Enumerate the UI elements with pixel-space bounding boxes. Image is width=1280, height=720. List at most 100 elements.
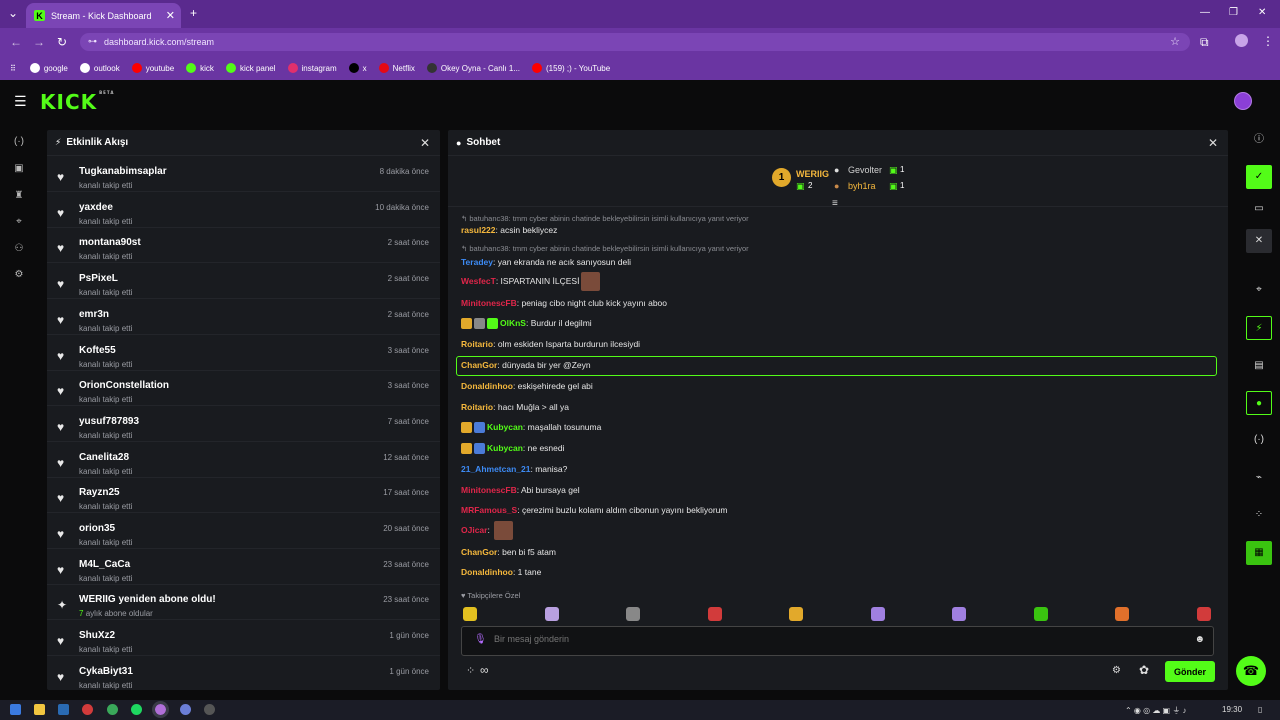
clapper-icon[interactable]: ▦ bbox=[1246, 541, 1272, 565]
bookmark-item[interactable]: Netflix bbox=[378, 63, 415, 73]
chat-username[interactable]: Teradey bbox=[461, 257, 493, 267]
activity-close-icon[interactable]: ✕ bbox=[420, 136, 430, 150]
notes-icon[interactable]: ▤ bbox=[1246, 354, 1272, 378]
settings-gear-icon[interactable]: ⚙ bbox=[12, 268, 26, 282]
app-icon[interactable] bbox=[180, 704, 191, 715]
chat-message[interactable]: Donaldinhoo: eskişehirede gel abi bbox=[461, 381, 593, 391]
chat-username[interactable]: Kubycan bbox=[487, 422, 523, 432]
dashboard-icon[interactable]: ▣ bbox=[12, 162, 26, 176]
activity-item[interactable]: ♥ orion35 kanalı takip etti 20 saat önce bbox=[47, 514, 440, 549]
chat-message[interactable]: Donaldinhoo: 1 tane bbox=[461, 567, 541, 577]
kick-logo[interactable]: KICK BETA bbox=[40, 90, 114, 114]
user-avatar[interactable] bbox=[1234, 92, 1252, 110]
chat-message[interactable]: Kubycan: maşallah tosunuma bbox=[461, 422, 601, 434]
help-chat-fab-icon[interactable]: ☎ bbox=[1236, 656, 1266, 686]
check-icon[interactable]: ✓ bbox=[1246, 165, 1272, 189]
new-tab-plus-icon[interactable]: + bbox=[190, 6, 197, 20]
activity-item[interactable]: ♥ emr3n kanalı takip etti 2 saat önce bbox=[47, 300, 440, 335]
chat-username[interactable]: OJicar bbox=[461, 525, 487, 535]
activity-item[interactable]: ✦ WERIIG yeniden abone oldu! 7 aylık abone… bbox=[47, 585, 440, 621]
start-windows-icon[interactable] bbox=[10, 704, 21, 715]
back-arrow-icon[interactable]: ← bbox=[10, 35, 22, 49]
apps-grid-icon[interactable]: ⠿ bbox=[10, 64, 16, 73]
chat-username[interactable]: Roitario bbox=[461, 339, 493, 349]
leader-third-name[interactable]: byh1ra bbox=[848, 181, 876, 191]
bookmark-item[interactable]: kick bbox=[186, 63, 214, 73]
activity-item[interactable]: ♥ CykaBiyt31 kanalı takip etti 1 gün önce bbox=[47, 657, 440, 690]
activity-item[interactable]: ♥ Rayzn25 kanalı takip etti 17 saat önce bbox=[47, 478, 440, 514]
chat-composer[interactable]: 🎙 ☻ bbox=[461, 626, 1214, 656]
quick-emote[interactable] bbox=[1196, 607, 1211, 621]
chat-message[interactable]: ChanGor: ben bi f5 atam bbox=[461, 547, 556, 557]
browser-menu-icon[interactable]: ⋮ bbox=[1262, 34, 1274, 48]
hex-nodes-icon[interactable]: ⁘ bbox=[1246, 503, 1272, 527]
mod-tools-icon[interactable]: ⌁ bbox=[1246, 466, 1272, 490]
points-icon[interactable]: ⁘ bbox=[466, 664, 475, 677]
chat-toggle-icon[interactable]: ● bbox=[1246, 391, 1272, 415]
expand-filter-icon[interactable]: ≡ bbox=[832, 198, 838, 209]
info-icon[interactable]: ⓘ bbox=[1246, 128, 1272, 152]
chat-username[interactable]: Donaldinhoo bbox=[461, 567, 513, 577]
activity-item[interactable]: ♥ M4L_CaCa kanalı takip etti 23 saat önce bbox=[47, 550, 440, 585]
activity-item[interactable]: ♥ yaxdee kanalı takip etti 10 dakika önce bbox=[47, 193, 440, 228]
chat-username[interactable]: MRFamous_S bbox=[461, 505, 517, 515]
bookmark-item[interactable]: Okey Oyna - Canlı 1... bbox=[426, 63, 520, 73]
site-info-icon[interactable]: ⊶ bbox=[88, 36, 97, 47]
stream-broadcast-icon[interactable]: (·) bbox=[12, 135, 26, 149]
file-explorer-icon[interactable] bbox=[34, 704, 45, 715]
quick-emote[interactable] bbox=[1115, 607, 1129, 621]
spotify-icon[interactable] bbox=[131, 704, 142, 715]
bookmark-item[interactable]: google bbox=[29, 63, 68, 73]
chat-message[interactable]: Roitario: olm eskiden Isparta burdurun i… bbox=[461, 339, 640, 349]
chat-tools-icon[interactable]: ✿ bbox=[1139, 663, 1149, 677]
chat-username[interactable]: ChanGor bbox=[461, 360, 497, 370]
bookmark-item[interactable]: (159) ;) - YouTube bbox=[532, 63, 610, 73]
reload-icon[interactable]: ↻ bbox=[57, 35, 67, 49]
moderation-icon[interactable]: ⌖ bbox=[12, 215, 26, 229]
quick-emote[interactable] bbox=[463, 607, 477, 621]
chrome-active-icon[interactable] bbox=[152, 701, 169, 718]
chat-message[interactable]: MinitonescFB: peniag cibo night club kic… bbox=[461, 298, 667, 308]
chat-username[interactable]: rasul222 bbox=[461, 225, 496, 235]
chat-message[interactable]: MRFamous_S: çerezimi buzlu kolamı aldım … bbox=[461, 505, 727, 515]
quick-emote[interactable] bbox=[952, 607, 966, 621]
bookmark-item[interactable]: outlook bbox=[79, 63, 120, 73]
activity-item[interactable]: ♥ montana90st kanalı takip etti 2 saat önce bbox=[47, 228, 440, 264]
minimize-icon[interactable]: — bbox=[1200, 6, 1210, 20]
bookmark-star-icon[interactable]: ☆ bbox=[1170, 35, 1180, 48]
chat-message[interactable]: OJicar: bbox=[461, 521, 514, 540]
microphone-icon[interactable]: 🎙 bbox=[474, 634, 487, 645]
steam-icon[interactable] bbox=[58, 704, 69, 715]
chat-message[interactable]: Roitario: hacı Muğla > all ya bbox=[461, 402, 569, 412]
notification-icon[interactable]: ▯ bbox=[1258, 705, 1262, 714]
leader-first-name[interactable]: WERIIG bbox=[796, 169, 829, 179]
hamburger-menu-icon[interactable]: ☰ bbox=[14, 93, 27, 110]
layout-icon[interactable]: ▭ bbox=[1246, 197, 1272, 221]
chat-message[interactable]: OlKnS: Burdur il degilmi bbox=[461, 318, 592, 330]
activity-item[interactable]: ♥ Kofte55 kanalı takip etti 3 saat önce bbox=[47, 336, 440, 371]
tab-list-chevron-icon[interactable]: ⌄ bbox=[8, 6, 18, 20]
quick-emote[interactable] bbox=[1033, 607, 1048, 621]
close-window-icon[interactable]: ✕ bbox=[1258, 6, 1266, 20]
chat-message[interactable]: MinitonescFB: Abi bursaya gel bbox=[461, 485, 580, 495]
chat-username[interactable]: MinitonescFB bbox=[461, 485, 517, 495]
restore-icon[interactable]: ❐ bbox=[1229, 6, 1238, 20]
quick-emote[interactable] bbox=[870, 607, 885, 621]
chat-settings-gear-icon[interactable]: ⚙ bbox=[1112, 665, 1121, 676]
obs-icon[interactable] bbox=[204, 704, 215, 715]
bookmark-item[interactable]: x bbox=[348, 63, 367, 73]
chat-username[interactable]: 21_Ahmetcan_21 bbox=[461, 464, 530, 474]
activity-item[interactable]: ♥ yusuf787893 kanalı takip etti 7 saat önce bbox=[47, 407, 440, 442]
users-icon[interactable]: ⚇ bbox=[12, 242, 26, 256]
bookmark-item[interactable]: instagram bbox=[287, 63, 337, 73]
activity-item[interactable]: ♥ ShuXz2 kanalı takip etti 1 gün önce bbox=[47, 621, 440, 657]
send-button[interactable]: Gönder bbox=[1165, 661, 1215, 682]
bookmark-item[interactable]: kick panel bbox=[225, 63, 276, 73]
chat-username[interactable]: ChanGor bbox=[461, 547, 497, 557]
emoji-picker-icon[interactable]: ☻ bbox=[1194, 634, 1205, 645]
activity-item[interactable]: ♥ Canelita28 kanalı takip etti 12 saat önce bbox=[47, 443, 440, 478]
chat-username[interactable]: WesfecT bbox=[461, 276, 496, 286]
chat-username[interactable]: MinitonescFB bbox=[461, 298, 517, 308]
broadcast-icon[interactable]: (·) bbox=[1246, 428, 1272, 452]
activity-item[interactable]: ♥ OrionConstellation kanalı takip etti 3 sa… bbox=[47, 371, 440, 407]
